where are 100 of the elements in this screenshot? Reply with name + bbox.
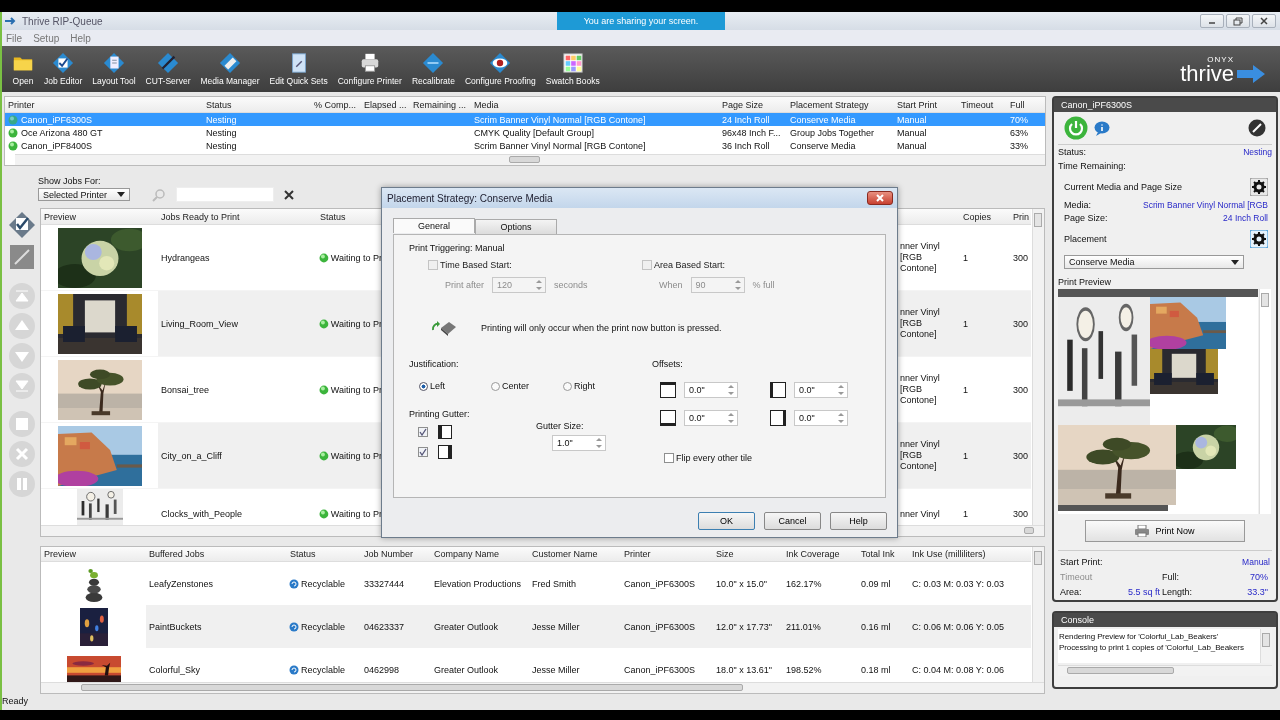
checkbox[interactable] [418,447,428,457]
radio-button[interactable] [491,381,500,391]
table-cell-text: CMYK Quality [Default Group] [473,127,596,138]
radio-button[interactable] [419,381,428,391]
toolbar-button[interactable]: Edit Quick Sets [265,52,332,86]
table-cell-text: 300 [1012,384,1030,395]
info-bubble-icon[interactable] [1094,120,1110,136]
close-button[interactable] [867,191,893,205]
table-cell-text: Canon_iPF6300S [623,664,697,675]
table-cell: Recyclable [301,578,346,589]
vertical-scrollbar[interactable] [1259,289,1271,515]
pause-icon[interactable] [8,470,36,498]
number-field[interactable]: 0.0" [684,382,738,398]
menu-item[interactable]: Help [70,32,91,44]
table-cell-text: C: 0.04 M: 0.08 Y: 0.06 [911,664,1005,675]
column-header: Full [1009,99,1026,110]
column-header: Status [319,211,347,222]
table-cell-text: 0462998 [363,664,401,675]
panel-header: Console [1054,613,1276,627]
menu-item[interactable]: Setup [33,32,60,44]
table-cell-text: PaintBuckets [148,621,203,632]
radio-button[interactable] [563,381,572,391]
field-label: Page Size: [1064,213,1108,224]
settings-icon[interactable] [1250,230,1268,249]
toolbar-button[interactable]: CUT-Server [141,52,195,86]
checkbox[interactable] [418,427,428,437]
eye-icon [489,52,512,74]
field-label: Media: [1064,199,1091,210]
toolbar-button[interactable]: Media Manager [196,52,264,86]
menu-item[interactable]: File [6,32,23,44]
table-cell-text: 1 [962,318,969,329]
tab[interactable]: General [393,218,475,233]
restore-button[interactable] [1226,14,1250,28]
table-row[interactable]: Oce Arizona 480 GT Nesting CMYK Quality [Default Group] 96x48 Inch F... Group Jobs Together Manual 63% [5,126,1045,139]
number-field[interactable]: 0.0" [794,410,848,426]
table-cell-text: Jesse Miller [531,621,581,632]
section-title: Placement [1064,234,1107,245]
close-button[interactable] [1252,14,1276,28]
horizontal-scrollbar[interactable] [15,154,1045,165]
radio-label: Right [574,381,595,391]
field-label: seconds [554,280,588,290]
table-cell-text: C: 0.03 M: 0.03 Y: 0.03 [911,578,1005,589]
toolbar-button[interactable]: Swatch Books [541,52,604,86]
table-cell-text: Scrim Banner Vinyl Normal [RGB Contone] [473,114,647,125]
status-dot-icon [8,127,18,138]
vertical-scrollbar[interactable] [1032,209,1044,525]
settings-icon[interactable] [1250,177,1268,196]
minimize-button[interactable] [1200,14,1224,28]
toolbar-button[interactable]: Job Editor [40,52,87,86]
toolbar-button[interactable]: Layout Tool [88,52,140,86]
tab[interactable]: Options [475,219,557,234]
table-cell-text: 162.17% [785,578,823,589]
column-header: Customer Name [531,549,599,559]
close-icon[interactable] [8,440,36,468]
column-header: Media [473,99,500,110]
print-now-button[interactable]: Print Now [1085,520,1245,543]
dialog-button[interactable]: Cancel [764,512,821,530]
console-line: Rendering Preview for 'Colorful_Lab_Beakers' [1059,631,1220,642]
checkbox[interactable] [664,453,674,463]
field-value: 70% [1249,571,1269,582]
table-cell-text: 36 Inch Roll [721,140,771,151]
table-cell-text: 0.09 ml [860,578,892,589]
edit-circle-icon[interactable] [1248,119,1266,137]
spinner-arrows-icon [595,436,603,450]
checkbox-label: Time Based Start: [440,260,512,270]
spinner-arrows-icon [733,278,742,292]
table-cell-text: Bonsai_tree [160,384,211,395]
info-text: Printing will only occur when the print now button is pressed. [481,323,722,333]
power-icon[interactable] [1064,116,1088,140]
table-cell-text: Living_Room_View [160,318,239,329]
table-cell: Recyclable [301,664,346,675]
horizontal-scrollbar[interactable] [41,682,1044,693]
column-header: Company Name [433,549,501,559]
toolbar-button[interactable]: Open [8,52,38,86]
table-cell: Canon_iPF6300S [21,114,93,125]
radio-label: Left [430,381,445,391]
toolbar-button[interactable]: Configure Proofing [460,52,540,86]
printer-dropdown[interactable]: Selected Printer [38,188,130,201]
toolbar-button[interactable]: Configure Printer [333,52,406,86]
number-field[interactable]: 1.0" [552,435,606,451]
dialog-button[interactable]: Help [830,512,887,530]
check-icon[interactable] [7,210,37,240]
number-field[interactable]: 0.0" [684,410,738,426]
right-edge-icon [438,445,452,459]
toolbar-button[interactable]: Recalibrate [407,52,459,86]
dialog-button[interactable]: OK [698,512,755,530]
column-header: Placement Strategy [789,99,870,110]
table-row[interactable]: Canon_iPF8400S Nesting Scrim Banner Vinyl Normal [RGB Contone] 36 Inch Roll Conserve Media Manual 33% [5,139,1045,152]
table-cell-text: LeafyZenstones [148,578,215,589]
vertical-scrollbar[interactable] [1260,629,1272,663]
placement-dropdown[interactable]: Conserve Media [1064,255,1244,270]
table-cell-text: Conserve Media [789,140,857,151]
vertical-scrollbar[interactable] [1032,547,1044,682]
table-cell-text: 33% [1009,140,1029,151]
status-dot-icon [319,318,329,329]
number-field[interactable]: 0.0" [794,382,848,398]
page-icon[interactable] [8,410,36,438]
window-title: Thrive RIP-Queue [22,15,103,27]
table-cell-text: 96x48 Inch F... [721,127,782,138]
table-cell-text: Manual [896,127,928,138]
